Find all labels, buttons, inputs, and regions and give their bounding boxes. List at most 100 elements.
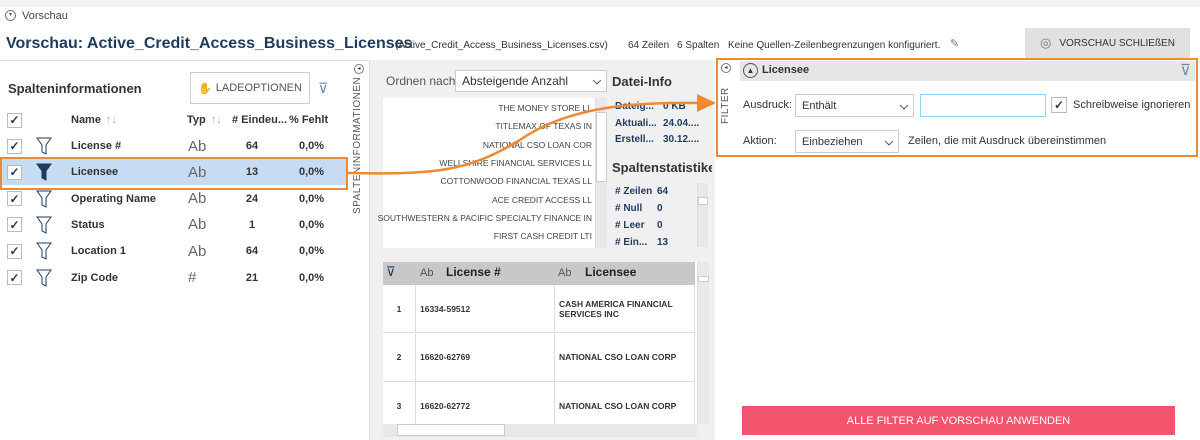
value-list: THE MONEY STORE LL TITLEMAX OF TEXAS IN NA… [378,98,596,248]
eye-icon: ◎ [1040,35,1052,50]
table-vertical-scrollbar[interactable] [697,262,709,424]
column-row[interactable]: ✓ Status Ab 1 0,0% [0,212,347,238]
column-checkbox[interactable]: ✓ [7,217,22,233]
file-info-value: 0 KB [663,101,686,112]
action-select[interactable]: Einbeziehen [795,130,899,153]
load-options-label: LADEOPTIONEN [215,82,302,94]
sort-label: Ordnen nach [386,74,456,88]
column-name: Location 1 [71,245,127,258]
value-item[interactable]: FIRST CASH CREDIT LTI [494,231,592,241]
filter-header: ▲ Licensee ⊽ [740,61,1195,81]
file-info-title: Datei-Info [612,74,672,89]
column-row[interactable]: ✓ Location 1 Ab 64 0,0% [0,238,347,264]
filter-icon[interactable] [36,238,52,264]
filter-vertical-label: FILTER [720,87,731,124]
unique-count: 1 [248,218,256,231]
unique-count: 64 [245,245,259,258]
clear-filters-icon[interactable]: ⊽ [318,80,328,97]
missing-percent: 0,0% [299,140,325,152]
filter-icon[interactable] [36,133,52,159]
table-horizontal-scrollbar[interactable] [383,424,697,437]
value-list-scrollbar[interactable] [595,98,607,248]
stats-title: Spaltenstatistike [612,160,712,175]
expand-filter-icon[interactable]: ▲ [743,63,758,78]
expression-select[interactable]: Enthält [795,94,914,117]
table-header: ⊽ Ab License # Ab Licensee [383,262,695,285]
stat-value: 13 [657,237,669,248]
collapse-filter-icon[interactable]: ◂ [721,63,731,73]
column-info-heading: Spalteninformationen [8,81,142,96]
table-filter-icon[interactable]: ⊽ [386,264,396,280]
table-row[interactable]: 1 16334-59512 CASH AMERICA FINANCIAL SER… [383,285,695,333]
collapse-panel-icon[interactable]: ◂ [354,64,364,74]
unique-count: 21 [245,271,259,284]
column-checkbox[interactable]: ✓ [7,191,22,207]
value-item[interactable]: COTTONWOOD FINANCIAL TEXAS LL [441,176,592,186]
column-checkbox[interactable]: ✓ [7,243,22,259]
table-row[interactable]: 3 16620-62772 NATIONAL CSO LOAN CORP [383,382,695,430]
hand-icon: ✋ [198,82,212,95]
stats-scrollbar[interactable] [697,183,708,247]
col2-header[interactable]: Licensee [585,265,636,279]
type-header[interactable]: Typ ↑↓ [187,107,222,133]
column-checkbox[interactable]: ✓ [7,270,22,285]
file-info-value: 24.04.... [663,117,700,129]
unique-count: 64 [245,140,259,152]
column-type: Ab [188,242,207,260]
value-item[interactable]: NATIONAL CSO LOAN COR [483,140,592,150]
column-type: Ab [188,137,207,155]
column-row[interactable]: ✓ Zip Code # 21 0,0% [0,265,347,291]
license-cell: 16620-62772 [416,382,555,429]
action-note: Zeilen, die mit Ausdruck übereinstimmen [908,135,1107,147]
page-title: Vorschau: Active_Credit_Access_Business_… [6,35,413,52]
remove-filter-icon[interactable]: ⊽ [1180,61,1191,79]
apply-all-filters-button[interactable]: ALLE FILTER AUF VORSCHAU ANWENDEN [742,406,1175,435]
table-row[interactable]: 2 16620-62769 NATIONAL CSO LOAN CORP [383,333,695,382]
load-options-button[interactable]: ✋ LADEOPTIONEN [190,72,310,104]
column-row[interactable]: ✓ License # Ab 64 0,0% [0,133,347,159]
stat-value: 0 [657,203,663,214]
close-preview-button[interactable]: ◎ VORSCHAU SCHLIEßEN [1025,28,1190,58]
collapse-icon[interactable]: ▾ [5,10,16,21]
ignore-case-checkbox[interactable]: ✓ [1051,97,1067,113]
value-item[interactable]: TITLEMAX OF TEXAS IN [495,121,592,131]
column-name: Status [71,218,105,231]
file-info-value: 30.12.... [663,134,700,145]
file-name: (Active_Credit_Access_Business_Licenses.… [395,40,608,51]
file-info-key: Aktuali... [615,117,657,129]
column-type: # [188,269,197,286]
stat-key: # Zeilen [615,186,653,197]
col1-header[interactable]: License # [446,265,501,279]
name-header[interactable]: Name ↑↓ [71,107,117,133]
filter-icon[interactable] [36,265,52,291]
column-name: License # [71,140,122,152]
column-checkbox[interactable]: ✓ [7,138,22,154]
value-item[interactable]: SOUTHWESTERN & PACIFIC SPECIALTY FINANCE… [378,213,592,223]
missing-percent: 0,0% [299,245,325,258]
expression-input[interactable] [920,94,1046,117]
filter-icon[interactable] [36,212,52,238]
ignore-case-label: Schreibweise ignorieren [1073,99,1191,111]
stat-key: # Null [615,203,643,214]
select-all-checkbox[interactable]: ✓ [7,112,22,128]
row-limit-note: Keine Quellen-Zeilenbegrenzungen konfigu… [728,40,941,51]
file-info-key: Dateig... [615,101,654,112]
row-number: 2 [383,333,416,381]
stat-value: 64 [657,186,669,197]
selected-row-highlight [0,157,348,190]
action-label: Aktion: [743,135,777,147]
col1-type: Ab [420,267,434,279]
missing-header[interactable]: % Fehlt [289,107,328,133]
unique-header[interactable]: # Eindeu... [232,107,287,133]
missing-percent: 0,0% [299,218,325,231]
col2-type: Ab [558,267,572,279]
row-number: 1 [383,285,416,332]
sort-select[interactable]: Absteigende Anzahl [455,70,607,92]
edit-pencil-icon[interactable]: ✎ [950,37,959,50]
value-item[interactable]: ACE CREDIT ACCESS LL [492,195,592,205]
column-count: 6 Spalten [677,40,720,51]
column-type: Ab [188,216,207,234]
value-item[interactable]: THE MONEY STORE LL [498,103,592,113]
value-item[interactable]: WELLSHIRE FINANCIAL SERVICES LL [439,158,592,168]
close-preview-label: VORSCHAU SCHLIEßEN [1059,37,1175,49]
